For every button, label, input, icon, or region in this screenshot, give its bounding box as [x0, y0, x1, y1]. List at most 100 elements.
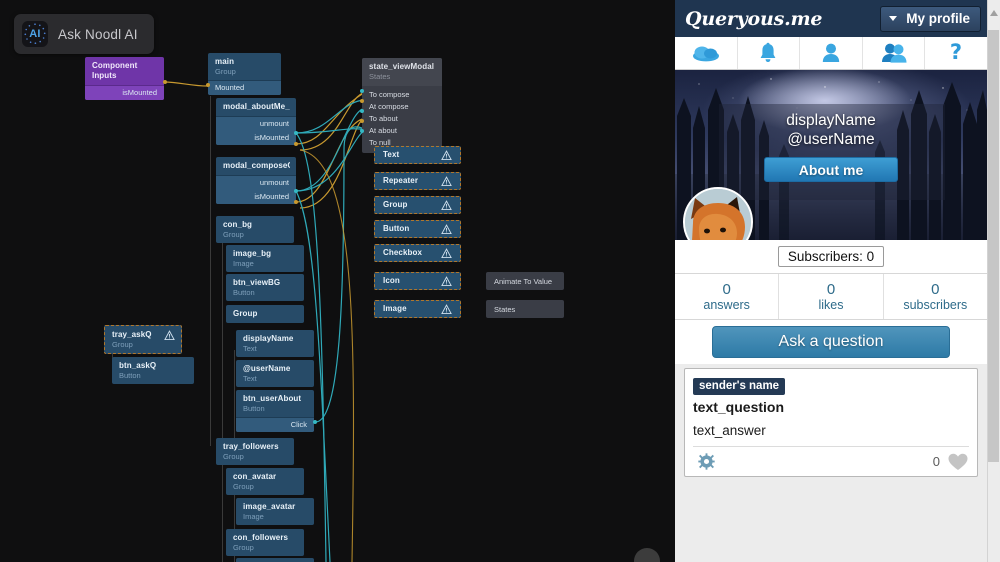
- preview-scrollbar[interactable]: [987, 0, 1000, 562]
- node-warn-icon[interactable]: Icon: [374, 272, 461, 290]
- svg-text:?: ?: [950, 41, 962, 64]
- ask-noodl-ai-button[interactable]: AI Ask Noodl AI: [14, 14, 154, 54]
- node-con-avatar[interactable]: con_avatar Group: [226, 468, 304, 495]
- brand-logo: Queryous.me: [685, 7, 823, 30]
- node-warn-checkbox[interactable]: Checkbox: [374, 244, 461, 262]
- node-subtitle: Button: [233, 288, 255, 297]
- node-warn-image[interactable]: Image: [374, 300, 461, 318]
- like-control[interactable]: 0: [933, 452, 969, 472]
- node-subtitle: Group: [223, 230, 244, 239]
- answer-text: text_answer: [693, 423, 766, 438]
- about-me-label: About me: [798, 161, 864, 178]
- settings-button[interactable]: [693, 449, 719, 475]
- warning-icon: [441, 303, 452, 314]
- stat-subscribers[interactable]: 0 subscribers: [884, 274, 987, 319]
- node-port-unmount[interactable]: unmount: [216, 175, 296, 190]
- node-title: Component Inputs: [92, 61, 138, 80]
- port-dot: [360, 99, 364, 103]
- about-me-button[interactable]: About me: [764, 157, 898, 182]
- warning-icon: [441, 247, 452, 258]
- node-con-bg[interactable]: con_bg Group: [216, 216, 294, 243]
- node-btn-viewbg[interactable]: btn_viewBG Button: [226, 274, 304, 301]
- node-displayname[interactable]: displayName Text: [236, 330, 314, 357]
- node-username[interactable]: @userName Text: [236, 360, 314, 387]
- node-port-ismounted[interactable]: isMounted: [216, 190, 296, 204]
- node-con-followers[interactable]: con_followers Group: [226, 529, 304, 556]
- node-group[interactable]: Group: [226, 305, 304, 323]
- node-warn-button[interactable]: Button: [374, 220, 461, 238]
- display-name: displayName: [786, 112, 876, 129]
- tree-guide: [222, 240, 223, 440]
- node-port-ismounted[interactable]: isMounted: [85, 85, 164, 100]
- chevron-down-icon: [889, 15, 898, 21]
- node-btn-askq[interactable]: btn_askQ Button: [112, 357, 194, 384]
- node-subtitle: Button: [119, 371, 141, 380]
- node-animate-to-value[interactable]: Animate To Value: [486, 272, 564, 290]
- subscribers-badge[interactable]: Subscribers: 0: [777, 246, 885, 267]
- nav-notifications-button[interactable]: [738, 37, 801, 69]
- node-tray-followers[interactable]: tray_followers Group: [216, 438, 294, 465]
- node-port-click[interactable]: Click: [236, 417, 314, 432]
- tree-guide: [234, 350, 235, 440]
- scroll-up-arrow-icon[interactable]: [990, 10, 998, 16]
- node-title: btn_askQ: [119, 361, 157, 370]
- node-title: state_viewModal: [369, 62, 435, 71]
- stat-answers[interactable]: 0 answers: [675, 274, 780, 319]
- banner-identity: displayName @userName About me: [675, 112, 987, 182]
- node-state-viewmodal[interactable]: state_viewModal States To compose At com…: [362, 58, 442, 153]
- nav-help-button[interactable]: ?: [925, 37, 987, 69]
- node-port-unmount[interactable]: unmount: [216, 116, 296, 131]
- preview-icon-navbar: ?: [675, 37, 987, 70]
- node-title: Button: [383, 224, 410, 233]
- stat-likes[interactable]: 0 likes: [779, 274, 884, 319]
- state-row[interactable]: To about: [362, 113, 442, 125]
- port-dot: [294, 142, 298, 146]
- my-profile-button[interactable]: My profile: [880, 5, 981, 32]
- ask-noodl-ai-label: Ask Noodl AI: [58, 26, 138, 42]
- state-row[interactable]: To compose: [362, 89, 442, 101]
- node-subtitle: Group: [215, 67, 236, 76]
- node-warn-text[interactable]: Text: [374, 146, 461, 164]
- state-row[interactable]: At about: [362, 125, 442, 137]
- person-icon: [822, 43, 840, 62]
- profile-banner: displayName @userName About me: [675, 70, 987, 240]
- sender-name-badge[interactable]: sender's name: [693, 378, 786, 395]
- port-dot: [360, 129, 364, 133]
- port-dot: [313, 420, 317, 424]
- node-partial-bottom[interactable]: [236, 558, 314, 562]
- node-title: tray_followers: [223, 442, 279, 451]
- ask-a-question-button[interactable]: Ask a question: [712, 326, 950, 358]
- tree-guide: [222, 462, 223, 562]
- node-component-inputs[interactable]: Component Inputs isMounted: [85, 57, 164, 100]
- node-subtitle: Group: [233, 543, 254, 552]
- node-modal-aboutme[interactable]: modal_aboutMe_mobile unmount isMounted: [216, 98, 296, 145]
- node-image-bg[interactable]: image_bg Image: [226, 245, 304, 272]
- node-editor-canvas[interactable]: AI Ask Noodl AI Component Inputs isMount…: [0, 0, 675, 562]
- nav-profile-button[interactable]: [800, 37, 863, 69]
- node-title: displayName: [243, 334, 294, 343]
- node-modal-composeq[interactable]: modal_composeQ_mobile unmount isMounted: [216, 157, 296, 204]
- node-title: Checkbox: [383, 248, 423, 257]
- question-card[interactable]: sender's name text_question text_answer: [684, 368, 978, 477]
- warning-icon: [441, 199, 452, 210]
- node-title: con_followers: [233, 533, 289, 542]
- node-main[interactable]: main Group Mounted: [208, 53, 281, 95]
- node-warn-group[interactable]: Group: [374, 196, 461, 214]
- node-warn-repeater[interactable]: Repeater: [374, 172, 461, 190]
- canvas-gizmo-button[interactable]: [634, 548, 660, 562]
- user-name: @userName: [787, 131, 875, 148]
- node-image-avatar[interactable]: image_avatar Image: [236, 498, 314, 525]
- node-port-ismounted[interactable]: isMounted: [216, 131, 296, 145]
- node-tray-askq[interactable]: tray_askQ Group: [104, 325, 182, 354]
- node-states[interactable]: States: [486, 300, 564, 318]
- node-port-mounted[interactable]: Mounted: [208, 80, 281, 95]
- node-btn-userabout[interactable]: btn_userAbout Button Click: [236, 390, 314, 432]
- nav-people-button[interactable]: [863, 37, 926, 69]
- stat-label: answers: [703, 297, 750, 312]
- node-title: btn_userAbout: [243, 394, 302, 403]
- port-dot: [294, 189, 298, 193]
- nav-cloud-button[interactable]: [675, 37, 738, 69]
- scrollbar-thumb[interactable]: [988, 30, 999, 462]
- stat-label: likes: [818, 297, 844, 312]
- state-row[interactable]: At compose: [362, 101, 442, 113]
